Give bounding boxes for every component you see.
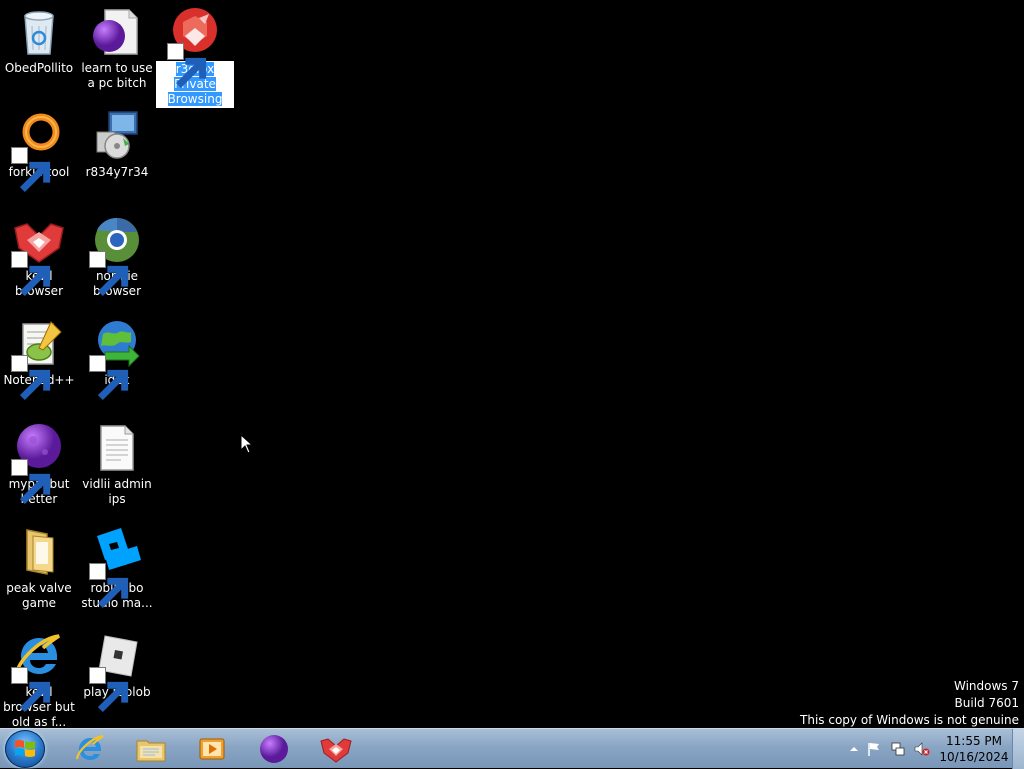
show-hidden-icons-icon[interactable] xyxy=(846,741,862,757)
folder-icon xyxy=(13,526,65,578)
watermark-os: Windows 7 xyxy=(953,679,1019,693)
desktop-icon-peak-valve-game[interactable]: peak valve game xyxy=(0,526,78,611)
desktop-icon-kewl-browser[interactable]: kewl browser xyxy=(0,214,78,299)
chrome-like-icon xyxy=(89,214,143,297)
shortcut-arrow-icon xyxy=(11,459,51,505)
desktop-icon-roblbobo-studio[interactable]: roblbobo studio ma... xyxy=(78,526,156,611)
taskbar-media-player[interactable] xyxy=(184,731,240,767)
network-icon[interactable] xyxy=(890,741,906,757)
roblox-icon xyxy=(89,630,143,713)
windows-logo-icon xyxy=(15,740,35,757)
action-center-flag-icon[interactable] xyxy=(866,741,882,757)
mouse-cursor-icon xyxy=(240,434,254,454)
clock-time: 11:55 PM xyxy=(946,734,1002,748)
text-file-icon xyxy=(91,422,143,474)
shortcut-arrow-icon xyxy=(89,251,129,297)
desktop-icon-vidlii-admin-ips[interactable]: vidlii admin ips xyxy=(78,422,156,507)
icon-label: learn to use a pc bitch xyxy=(81,61,153,90)
shortcut-arrow-icon xyxy=(11,251,51,297)
desktop-icon-r834y7r34[interactable]: r834y7r34 xyxy=(78,110,156,180)
recycle-bin-icon xyxy=(13,6,65,58)
desktop-icon-normie-browser[interactable]: normie browser xyxy=(78,214,156,299)
notepad-plus-plus-icon xyxy=(11,318,65,401)
red-fox-icon xyxy=(320,738,352,763)
shortcut-arrow-icon xyxy=(89,563,129,609)
desktop-icon-learn-to-use-a-pc[interactable]: learn to use a pc bitch xyxy=(78,6,156,91)
windows-watermark: Windows 7 Build 7601 This copy of Window… xyxy=(800,678,1019,729)
purple-planet-icon xyxy=(260,735,288,763)
r3dfox-private-icon xyxy=(167,6,221,89)
media-player-icon xyxy=(199,738,225,760)
desktop-icon-play-roblob[interactable]: play roblob xyxy=(78,630,156,713)
shortcut-arrow-icon xyxy=(11,667,51,713)
taskbar-kewl-browser[interactable] xyxy=(308,731,364,767)
taskbar-windows-explorer[interactable] xyxy=(123,731,179,767)
shortcut-arrow-icon xyxy=(89,667,129,713)
shortcut-arrow-icon xyxy=(11,147,51,193)
shortcut-arrow-icon xyxy=(89,355,129,401)
taskbar-internet-explorer[interactable] xyxy=(62,731,118,767)
start-button[interactable] xyxy=(5,730,45,768)
roblox-studio-icon xyxy=(89,526,143,609)
clock-date: 10/16/2024 xyxy=(939,750,1009,764)
taskbar-mypal[interactable] xyxy=(246,731,302,767)
purple-planet-icon xyxy=(11,422,65,505)
desktop-icon-r3dfox-private-browsing[interactable]: r3dfox Private Browsing xyxy=(156,6,234,108)
icon-label: vidlii admin ips xyxy=(82,477,152,506)
show-desktop-button[interactable] xyxy=(1012,729,1024,769)
purple-document-icon xyxy=(91,6,143,58)
taskbar: 11:55 PM 10/16/2024 xyxy=(0,728,1024,769)
internet-explorer-icon xyxy=(11,630,65,713)
explorer-folder-icon xyxy=(136,740,166,762)
globe-arrow-icon xyxy=(89,318,143,401)
orange-ring-icon xyxy=(11,110,65,193)
icon-label: r834y7r34 xyxy=(85,165,149,179)
shortcut-arrow-icon xyxy=(11,355,51,401)
desktop-icon-idek[interactable]: idek xyxy=(78,318,156,401)
installer-icon xyxy=(91,110,143,162)
watermark-genuine-notice: This copy of Windows is not genuine xyxy=(800,713,1019,727)
shortcut-arrow-icon xyxy=(167,43,207,89)
desktop-icon-notepad-plus-plus[interactable]: Notepad++ xyxy=(0,318,78,401)
desktop-icon-kewl-browser-old[interactable]: kewl browser but old as f... xyxy=(0,630,78,730)
icon-label: peak valve game xyxy=(6,581,72,610)
volume-muted-icon[interactable] xyxy=(914,741,930,757)
watermark-build: Build 7601 xyxy=(954,696,1019,710)
internet-explorer-icon xyxy=(75,734,104,760)
taskbar-clock[interactable]: 11:55 PM 10/16/2024 xyxy=(938,733,1010,765)
red-fox-icon xyxy=(11,214,65,297)
desktop-icon-forkie-tool[interactable]: forkie tool xyxy=(0,110,78,193)
desktop[interactable]: ObedPollito forkie tool kewl browser Not… xyxy=(0,0,1024,730)
desktop-icon-mypal[interactable]: mypal but better xyxy=(0,422,78,507)
icon-label: ObedPollito xyxy=(4,61,74,75)
desktop-icon-obedpollito[interactable]: ObedPollito xyxy=(0,6,78,76)
